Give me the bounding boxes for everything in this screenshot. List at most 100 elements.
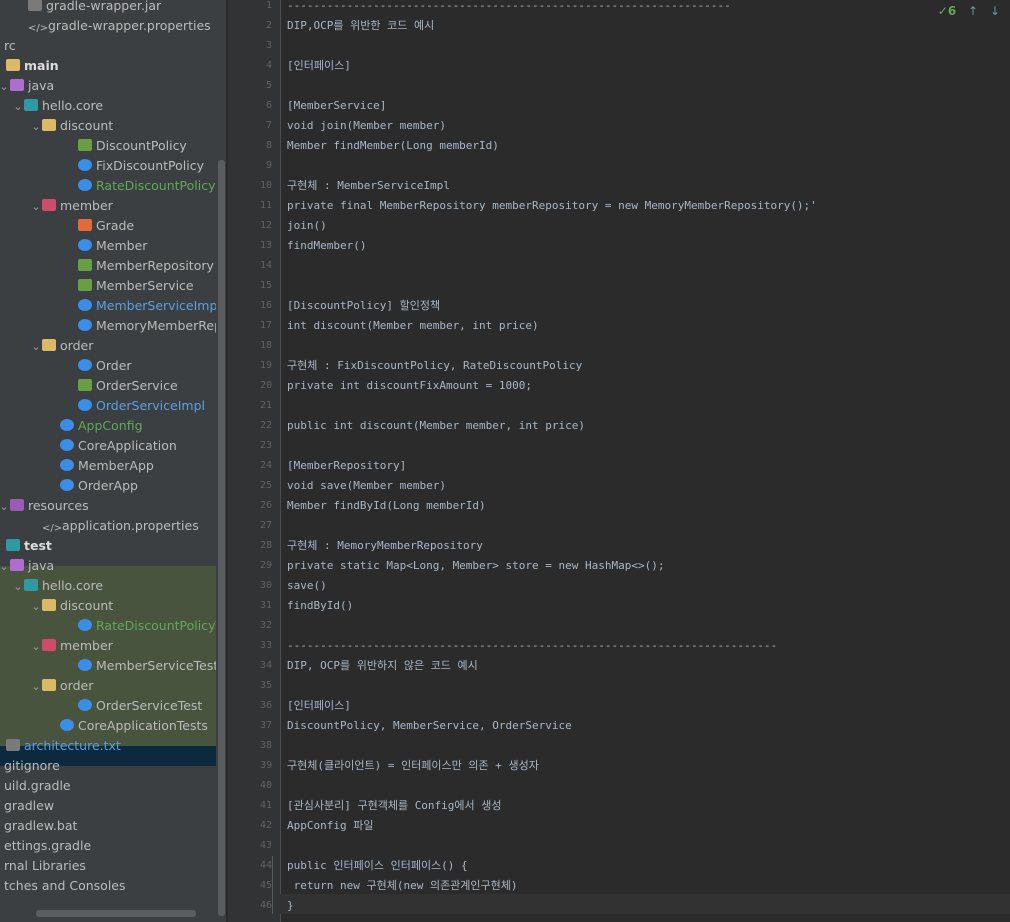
tree-item[interactable]: MemberServiceImpl bbox=[66, 296, 216, 316]
tree-item[interactable]: main bbox=[0, 56, 59, 76]
code-line[interactable]: [DiscountPolicy] 할인정책 bbox=[287, 296, 440, 316]
code-line[interactable]: int discount(Member member, int price) bbox=[287, 316, 539, 336]
tree-item[interactable]: ⌄ discount bbox=[30, 596, 113, 616]
code-line[interactable]: [MemberRepository] bbox=[287, 456, 406, 476]
code-line[interactable]: [관심사분리] 구현객체를 Config에서 생성 bbox=[287, 796, 502, 816]
tree-item[interactable]: test bbox=[0, 536, 52, 556]
tree-item[interactable]: AppConfig bbox=[48, 416, 143, 436]
chevron-down-icon[interactable]: ⌄ bbox=[12, 97, 24, 117]
tree-item[interactable]: ⌄ discount bbox=[30, 116, 113, 136]
code-line[interactable]: [MemberService] bbox=[287, 96, 386, 116]
code-line[interactable]: findById() bbox=[287, 596, 353, 616]
tree-item[interactable]: ⌄ order bbox=[30, 676, 93, 696]
code-line[interactable]: ----------------------------------------… bbox=[287, 636, 777, 656]
tree-item[interactable]: CoreApplication bbox=[48, 436, 177, 456]
tree-item[interactable]: ettings.gradle bbox=[0, 836, 91, 856]
code-line[interactable]: void join(Member member) bbox=[287, 116, 446, 136]
tree-horizontal-scrollbar[interactable] bbox=[36, 910, 196, 917]
scrollbar-thumb[interactable] bbox=[218, 160, 225, 916]
tree-item[interactable]: rnal Libraries bbox=[0, 856, 86, 876]
chevron-down-icon[interactable]: ⌄ bbox=[30, 597, 42, 617]
tree-item[interactable]: MemberService bbox=[66, 276, 194, 296]
tree-item[interactable]: ⌄ java bbox=[0, 76, 54, 96]
project-tree-scrollbar[interactable] bbox=[216, 0, 226, 922]
code-line[interactable]: ----------------------------------------… bbox=[287, 0, 731, 16]
code-line[interactable]: return new 구현체(new 의존관계인구현체) bbox=[287, 876, 518, 896]
tree-item[interactable]: uild.gradle bbox=[0, 776, 71, 796]
tree-item[interactable]: CoreApplicationTests bbox=[48, 716, 208, 736]
tree-item[interactable]: tches and Consoles bbox=[0, 876, 126, 896]
previous-highlight-icon[interactable]: ↑ bbox=[968, 4, 978, 18]
tree-item[interactable]: FixDiscountPolicy bbox=[66, 156, 204, 176]
code-line[interactable]: [인터페이스] bbox=[287, 696, 351, 716]
tree-item[interactable]: gradlew bbox=[0, 796, 54, 816]
inspection-widget[interactable]: ✓6 ↑ ↓ bbox=[938, 4, 1000, 18]
chevron-down-icon[interactable]: ⌄ bbox=[30, 117, 42, 137]
tree-item[interactable]: MemoryMemberRepositor bbox=[66, 316, 216, 336]
chevron-down-icon[interactable]: ⌄ bbox=[12, 577, 24, 597]
package-icon bbox=[24, 99, 38, 111]
chevron-down-icon[interactable]: ⌄ bbox=[30, 337, 42, 357]
tree-item[interactable]: ⌄ hello.core bbox=[12, 576, 103, 596]
code-line[interactable]: 구현체 : MemberServiceImpl bbox=[287, 176, 450, 196]
line-number: 29 bbox=[259, 560, 272, 571]
tree-item[interactable]: ⌄ hello.core bbox=[12, 96, 103, 116]
tree-item[interactable]: ⌄ member bbox=[30, 636, 112, 657]
chevron-down-icon[interactable]: ⌄ bbox=[30, 637, 42, 657]
tree-item[interactable]: OrderApp bbox=[48, 476, 138, 496]
code-line[interactable]: AppConfig 파일 bbox=[287, 816, 373, 836]
tree-item[interactable]: architecture.txt bbox=[0, 736, 121, 756]
tree-item[interactable]: OrderServiceImpl bbox=[66, 396, 205, 416]
code-line[interactable]: join() bbox=[287, 216, 327, 236]
tree-item-label: gradle-wrapper.jar bbox=[46, 0, 162, 13]
code-line[interactable]: public 인터페이스 인터페이스() { bbox=[287, 856, 468, 876]
tree-item[interactable]: </>application.properties bbox=[30, 516, 199, 536]
code-line[interactable]: DIP,OCP를 위반한 코드 예시 bbox=[287, 16, 434, 36]
chevron-down-icon[interactable]: ⌄ bbox=[30, 197, 42, 217]
code-line[interactable]: private int discountFixAmount = 1000; bbox=[287, 376, 532, 396]
tree-item[interactable]: OrderServiceTest bbox=[66, 696, 202, 716]
tree-item[interactable]: gradle-wrapper.jar bbox=[16, 0, 161, 16]
code-line[interactable]: [인터페이스] bbox=[287, 56, 351, 76]
tree-item[interactable]: RateDiscountPolicy bbox=[66, 176, 216, 196]
code-line[interactable]: DIP, OCP를 위반하지 않은 코드 예시 bbox=[287, 656, 478, 676]
tree-item[interactable]: RateDiscountPolicyTest bbox=[66, 616, 216, 636]
code-line[interactable]: void save(Member member) bbox=[287, 476, 446, 496]
code-line[interactable]: private final MemberRepository memberRep… bbox=[287, 196, 817, 216]
code-line[interactable]: } bbox=[287, 896, 294, 916]
tree-item[interactable]: ⌄ member bbox=[30, 196, 112, 217]
chevron-down-icon[interactable]: ⌄ bbox=[0, 557, 10, 577]
tree-item[interactable]: ⌄ order bbox=[30, 336, 93, 356]
tree-item-label: gitignore bbox=[4, 758, 60, 773]
code-line[interactable]: findMember() bbox=[287, 236, 366, 256]
code-line[interactable]: DiscountPolicy, MemberService, OrderServ… bbox=[287, 716, 572, 736]
tree-item[interactable]: gitignore bbox=[0, 756, 60, 776]
tree-item[interactable]: ⌄ java bbox=[0, 556, 54, 576]
tree-item[interactable]: DiscountPolicy bbox=[66, 136, 187, 156]
tree-item[interactable]: OrderService bbox=[66, 376, 178, 396]
code-line[interactable]: private static Map<Long, Member> store =… bbox=[287, 556, 665, 576]
chevron-down-icon[interactable]: ⌄ bbox=[0, 77, 10, 97]
chevron-down-icon[interactable]: ⌄ bbox=[0, 497, 10, 517]
tree-item[interactable]: ⌄ resources bbox=[0, 496, 89, 516]
tree-item[interactable]: rc bbox=[0, 36, 16, 56]
tree-item[interactable]: Grade bbox=[66, 216, 134, 236]
tree-item[interactable]: MemberApp bbox=[48, 456, 154, 476]
code-line[interactable]: public int discount(Member member, int p… bbox=[287, 416, 585, 436]
code-line[interactable]: Member findMember(Long memberId) bbox=[287, 136, 499, 156]
tree-item[interactable]: MemberRepository bbox=[66, 256, 214, 276]
tree-item[interactable]: gradlew.bat bbox=[0, 816, 77, 836]
next-highlight-icon[interactable]: ↓ bbox=[990, 4, 1000, 18]
code-line[interactable]: 구현체 : FixDiscountPolicy, RateDiscountPol… bbox=[287, 356, 582, 376]
tree-item[interactable]: Member bbox=[66, 236, 147, 256]
code-line[interactable]: 구현체 : MemoryMemberRepository bbox=[287, 536, 483, 556]
chevron-down-icon[interactable]: ⌄ bbox=[30, 677, 42, 697]
class-icon bbox=[60, 439, 74, 451]
code-editor[interactable]: 1 2 3 4 5 6 7 8 9 10 11 12 13 14 15 16 17 18 19 20 21 22 23 24 2… bbox=[228, 0, 1010, 922]
tree-item[interactable]: Order bbox=[66, 356, 132, 376]
code-line[interactable]: Member findById(Long memberId) bbox=[287, 496, 486, 516]
tree-item[interactable]: MemberServiceTest bbox=[66, 656, 216, 676]
code-line[interactable]: save() bbox=[287, 576, 327, 596]
tree-item[interactable]: </>gradle-wrapper.properties bbox=[16, 16, 211, 36]
code-line[interactable]: 구현체(클라이언트) = 인터페이스만 의존 + 생성자 bbox=[287, 756, 539, 776]
